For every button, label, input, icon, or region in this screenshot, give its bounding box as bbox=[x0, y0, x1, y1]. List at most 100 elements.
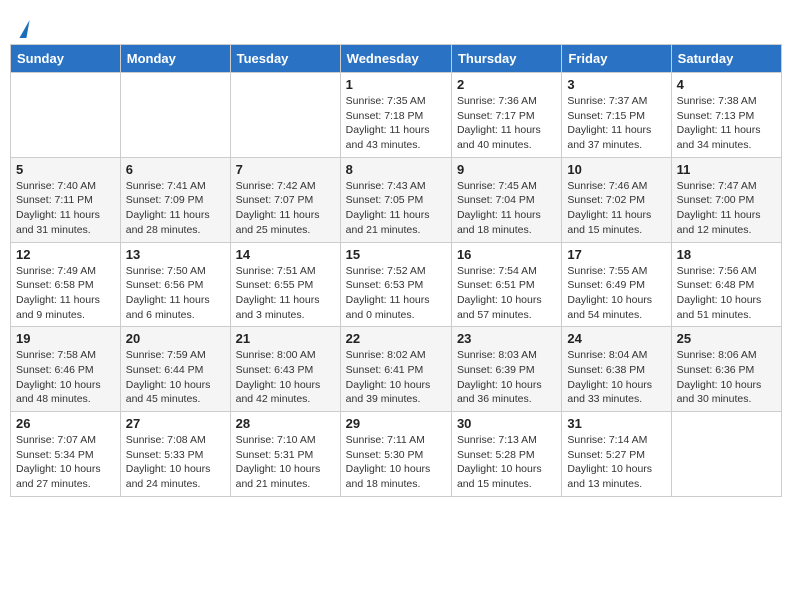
weekday-header: Saturday bbox=[671, 45, 781, 73]
day-number: 16 bbox=[457, 247, 556, 262]
calendar-cell: 30 Sunrise: 7:13 AM Sunset: 5:28 PM Dayli… bbox=[451, 412, 561, 497]
day-info: Sunrise: 7:50 AM Sunset: 6:56 PM Dayligh… bbox=[126, 264, 225, 323]
weekday-header: Tuesday bbox=[230, 45, 340, 73]
calendar-cell: 3 Sunrise: 7:37 AM Sunset: 7:15 PM Daylig… bbox=[562, 73, 671, 158]
day-number: 30 bbox=[457, 416, 556, 431]
weekday-header: Monday bbox=[120, 45, 230, 73]
calendar-cell: 8 Sunrise: 7:43 AM Sunset: 7:05 PM Daylig… bbox=[340, 157, 451, 242]
day-number: 24 bbox=[567, 331, 665, 346]
calendar-cell: 1Sunrise: 7:35 AM Sunset: 7:18 PM Daylig… bbox=[340, 73, 451, 158]
day-number: 31 bbox=[567, 416, 665, 431]
day-number: 4 bbox=[677, 77, 776, 92]
day-info: Sunrise: 7:54 AM Sunset: 6:51 PM Dayligh… bbox=[457, 264, 556, 323]
calendar-cell: 23 Sunrise: 8:03 AM Sunset: 6:39 PM Dayli… bbox=[451, 327, 561, 412]
day-number: 21 bbox=[236, 331, 335, 346]
calendar-cell: 11Sunrise: 7:47 AM Sunset: 7:00 PM Dayli… bbox=[671, 157, 781, 242]
day-info: Sunrise: 7:59 AM Sunset: 6:44 PM Dayligh… bbox=[126, 348, 225, 407]
weekday-header: Wednesday bbox=[340, 45, 451, 73]
page-header bbox=[10, 10, 782, 39]
day-info: Sunrise: 8:02 AM Sunset: 6:41 PM Dayligh… bbox=[346, 348, 446, 407]
calendar-cell: 19 Sunrise: 7:58 AM Sunset: 6:46 PM Dayli… bbox=[11, 327, 121, 412]
weekday-header: Friday bbox=[562, 45, 671, 73]
calendar-cell: 31 Sunrise: 7:14 AM Sunset: 5:27 PM Dayli… bbox=[562, 412, 671, 497]
calendar-cell bbox=[671, 412, 781, 497]
day-number: 8 bbox=[346, 162, 446, 177]
day-info: Sunrise: 7:07 AM Sunset: 5:34 PM Dayligh… bbox=[16, 433, 115, 492]
day-number: 25 bbox=[677, 331, 776, 346]
day-info: Sunrise: 7:58 AM Sunset: 6:46 PM Dayligh… bbox=[16, 348, 115, 407]
day-info: Sunrise: 7:38 AM Sunset: 7:13 PM Dayligh… bbox=[677, 94, 776, 153]
day-number: 28 bbox=[236, 416, 335, 431]
day-number: 12 bbox=[16, 247, 115, 262]
day-number: 3 bbox=[567, 77, 665, 92]
day-number: 27 bbox=[126, 416, 225, 431]
day-number: 18 bbox=[677, 247, 776, 262]
weekday-header: Thursday bbox=[451, 45, 561, 73]
calendar-cell: 26 Sunrise: 7:07 AM Sunset: 5:34 PM Dayli… bbox=[11, 412, 121, 497]
day-number: 7 bbox=[236, 162, 335, 177]
day-info: Sunrise: 7:13 AM Sunset: 5:28 PM Dayligh… bbox=[457, 433, 556, 492]
calendar-week-row: 12Sunrise: 7:49 AM Sunset: 6:58 PM Dayli… bbox=[11, 242, 782, 327]
calendar-cell: 6Sunrise: 7:41 AM Sunset: 7:09 PM Daylig… bbox=[120, 157, 230, 242]
day-info: Sunrise: 7:56 AM Sunset: 6:48 PM Dayligh… bbox=[677, 264, 776, 323]
calendar-cell: 29 Sunrise: 7:11 AM Sunset: 5:30 PM Dayli… bbox=[340, 412, 451, 497]
calendar-week-row: 26 Sunrise: 7:07 AM Sunset: 5:34 PM Dayli… bbox=[11, 412, 782, 497]
day-number: 9 bbox=[457, 162, 556, 177]
logo-triangle-icon bbox=[19, 20, 29, 38]
calendar-cell: 5 Sunrise: 7:40 AM Sunset: 7:11 PM Daylig… bbox=[11, 157, 121, 242]
calendar-cell: 17 Sunrise: 7:55 AM Sunset: 6:49 PM Dayli… bbox=[562, 242, 671, 327]
day-info: Sunrise: 7:43 AM Sunset: 7:05 PM Dayligh… bbox=[346, 179, 446, 238]
calendar-cell: 2 Sunrise: 7:36 AM Sunset: 7:17 PM Daylig… bbox=[451, 73, 561, 158]
day-info: Sunrise: 7:52 AM Sunset: 6:53 PM Dayligh… bbox=[346, 264, 446, 323]
calendar-cell: 28 Sunrise: 7:10 AM Sunset: 5:31 PM Dayli… bbox=[230, 412, 340, 497]
day-info: Sunrise: 8:00 AM Sunset: 6:43 PM Dayligh… bbox=[236, 348, 335, 407]
calendar-cell: 4 Sunrise: 7:38 AM Sunset: 7:13 PM Daylig… bbox=[671, 73, 781, 158]
calendar-week-row: 1Sunrise: 7:35 AM Sunset: 7:18 PM Daylig… bbox=[11, 73, 782, 158]
day-info: Sunrise: 7:45 AM Sunset: 7:04 PM Dayligh… bbox=[457, 179, 556, 238]
weekday-header: Sunday bbox=[11, 45, 121, 73]
calendar-cell: 21 Sunrise: 8:00 AM Sunset: 6:43 PM Dayli… bbox=[230, 327, 340, 412]
day-info: Sunrise: 7:14 AM Sunset: 5:27 PM Dayligh… bbox=[567, 433, 665, 492]
day-number: 2 bbox=[457, 77, 556, 92]
day-info: Sunrise: 7:37 AM Sunset: 7:15 PM Dayligh… bbox=[567, 94, 665, 153]
day-number: 29 bbox=[346, 416, 446, 431]
calendar-table: SundayMondayTuesdayWednesdayThursdayFrid… bbox=[10, 44, 782, 497]
day-number: 15 bbox=[346, 247, 446, 262]
day-number: 19 bbox=[16, 331, 115, 346]
day-info: Sunrise: 7:10 AM Sunset: 5:31 PM Dayligh… bbox=[236, 433, 335, 492]
day-number: 20 bbox=[126, 331, 225, 346]
calendar-cell: 18 Sunrise: 7:56 AM Sunset: 6:48 PM Dayli… bbox=[671, 242, 781, 327]
calendar-cell: 22 Sunrise: 8:02 AM Sunset: 6:41 PM Dayli… bbox=[340, 327, 451, 412]
day-number: 22 bbox=[346, 331, 446, 346]
day-info: Sunrise: 7:35 AM Sunset: 7:18 PM Dayligh… bbox=[346, 94, 446, 153]
day-info: Sunrise: 7:51 AM Sunset: 6:55 PM Dayligh… bbox=[236, 264, 335, 323]
day-number: 10 bbox=[567, 162, 665, 177]
day-info: Sunrise: 7:11 AM Sunset: 5:30 PM Dayligh… bbox=[346, 433, 446, 492]
day-info: Sunrise: 7:08 AM Sunset: 5:33 PM Dayligh… bbox=[126, 433, 225, 492]
calendar-cell: 13 Sunrise: 7:50 AM Sunset: 6:56 PM Dayli… bbox=[120, 242, 230, 327]
day-number: 17 bbox=[567, 247, 665, 262]
calendar-cell bbox=[120, 73, 230, 158]
day-number: 23 bbox=[457, 331, 556, 346]
calendar-cell: 9 Sunrise: 7:45 AM Sunset: 7:04 PM Daylig… bbox=[451, 157, 561, 242]
day-info: Sunrise: 7:40 AM Sunset: 7:11 PM Dayligh… bbox=[16, 179, 115, 238]
calendar-cell: 27 Sunrise: 7:08 AM Sunset: 5:33 PM Dayli… bbox=[120, 412, 230, 497]
day-info: Sunrise: 8:03 AM Sunset: 6:39 PM Dayligh… bbox=[457, 348, 556, 407]
day-info: Sunrise: 8:04 AM Sunset: 6:38 PM Dayligh… bbox=[567, 348, 665, 407]
calendar-cell: 16 Sunrise: 7:54 AM Sunset: 6:51 PM Dayli… bbox=[451, 242, 561, 327]
calendar-cell: 7 Sunrise: 7:42 AM Sunset: 7:07 PM Daylig… bbox=[230, 157, 340, 242]
day-info: Sunrise: 7:55 AM Sunset: 6:49 PM Dayligh… bbox=[567, 264, 665, 323]
day-info: Sunrise: 7:42 AM Sunset: 7:07 PM Dayligh… bbox=[236, 179, 335, 238]
day-number: 14 bbox=[236, 247, 335, 262]
day-info: Sunrise: 7:36 AM Sunset: 7:17 PM Dayligh… bbox=[457, 94, 556, 153]
day-number: 5 bbox=[16, 162, 115, 177]
calendar-cell: 12Sunrise: 7:49 AM Sunset: 6:58 PM Dayli… bbox=[11, 242, 121, 327]
day-info: Sunrise: 7:41 AM Sunset: 7:09 PM Dayligh… bbox=[126, 179, 225, 238]
calendar-cell: 20 Sunrise: 7:59 AM Sunset: 6:44 PM Dayli… bbox=[120, 327, 230, 412]
calendar-cell bbox=[11, 73, 121, 158]
day-number: 26 bbox=[16, 416, 115, 431]
day-number: 13 bbox=[126, 247, 225, 262]
logo bbox=[20, 20, 28, 34]
day-info: Sunrise: 7:46 AM Sunset: 7:02 PM Dayligh… bbox=[567, 179, 665, 238]
calendar-week-row: 5 Sunrise: 7:40 AM Sunset: 7:11 PM Daylig… bbox=[11, 157, 782, 242]
